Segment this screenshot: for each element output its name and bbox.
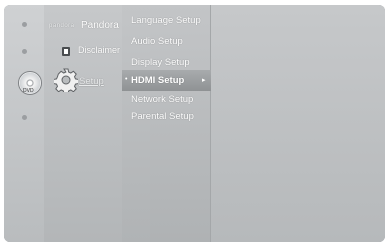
- submenu-item-hdmi-setup[interactable]: HDMI Setup: [131, 75, 184, 86]
- submenu-item-language-setup[interactable]: Language Setup: [131, 15, 201, 26]
- menu-dot: [22, 49, 27, 54]
- submenu-item-audio-setup[interactable]: Audio Setup: [131, 36, 183, 47]
- menu-column-icons: [4, 5, 45, 242]
- preview-pane: [210, 5, 385, 242]
- submenu-item-network-setup[interactable]: Network Setup: [131, 94, 193, 105]
- menu-item-setup[interactable]: Setup: [79, 76, 104, 87]
- menu-dot: [22, 115, 27, 120]
- menu-column-main: [44, 5, 123, 242]
- arrow-right-icon: ▸: [202, 77, 206, 84]
- dvd-label: DVD: [23, 88, 34, 94]
- gear-icon: [54, 68, 78, 92]
- menu-item-disclaimer[interactable]: Disclaimer: [78, 45, 120, 55]
- arrow-left-icon: •: [125, 76, 128, 83]
- menu-dot: [22, 22, 27, 27]
- submenu-item-display-setup[interactable]: Display Setup: [131, 57, 190, 68]
- submenu-item-parental-setup[interactable]: Parental Setup: [131, 111, 194, 122]
- tv-frame: DVD pandora Pandora Disclaimer Setup Lan…: [0, 0, 390, 247]
- menu-item-pandora[interactable]: Pandora: [81, 20, 119, 31]
- document-icon: [62, 47, 70, 56]
- setup-menu-screen: DVD pandora Pandora Disclaimer Setup Lan…: [4, 5, 385, 242]
- pandora-logo-small: pandora: [49, 23, 75, 29]
